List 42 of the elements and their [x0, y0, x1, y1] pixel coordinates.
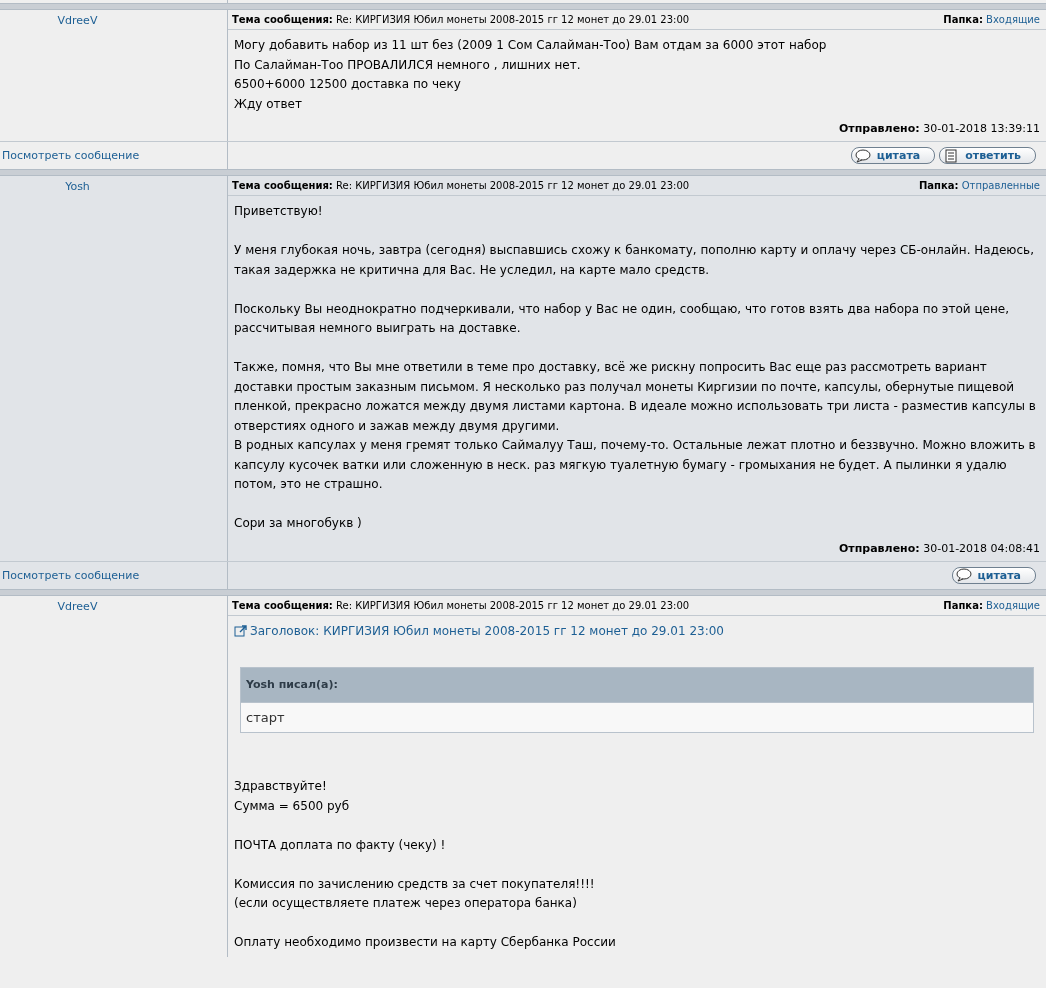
message-subject: Тема сообщения: Re: КИРГИЗИЯ Юбил монеты 2008-2015 гг 12 монет до 29.01 23:00 [232, 14, 690, 25]
quote-button[interactable]: цитата [850, 147, 936, 164]
view-message-link[interactable]: Посмотреть сообщение [2, 568, 140, 582]
message-text: Оплату необходимо произвести на карту Сбербанка России [234, 934, 617, 951]
message-text: Могу добавить набор из 11 шт без (2009 1 Сом Салайман-Тоо) Вам отдам за 6000 этот набор [234, 37, 828, 54]
message-text: Приветствую! [234, 203, 324, 220]
speech-bubble-icon [955, 568, 972, 582]
message-text: 6500+6000 12500 доставка по чеку [234, 76, 462, 93]
message-text: Также, помня, что Вы мне ответили в теме про доставку, всё же рискну попросить Вас еще раз рассмотреть вариант доставки простым заказным письмом. Я несколько раз получал монеты Киргизии по почте, капсулы, обернутые пищевой пленкой, прекрасно ложатся между двумя листами картона. В идеале можно использовать три листа - разместив капсулы в отверстиях одного и зажав между двумя другими. [234, 359, 1037, 435]
message-text: (если осуществляете платеж через оператора банка) [234, 895, 578, 912]
topic-link[interactable]: Заголовок: КИРГИЗИЯ Юбил монеты 2008-2015 гг 12 монет до 29.01 23:00 [234, 621, 1040, 641]
message-text: Поскольку Вы неоднократно подчеркивали, что набор у Вас не один, сообщаю, что готов взять два набора по этой цене, рассчитывая немного выиграть на доставке. [234, 300, 1010, 337]
message-subject: Тема сообщения: Re: КИРГИЗИЯ Юбил монеты 2008-2015 гг 12 монет до 29.01 23:00 [232, 180, 690, 191]
quote-text: старт [241, 701, 1033, 732]
speech-bubble-icon [854, 148, 871, 163]
folder-label: Папка: [943, 14, 983, 25]
message-text: Комиссия по зачислению средств за счет покупателя!!!! [234, 875, 596, 893]
folder-link[interactable]: Входящие [986, 14, 1040, 25]
message-text: ПОЧТА доплата по факту (чеку) ! [234, 836, 447, 854]
message-text: По Салайман-Тоо ПРОВАЛИЛСЯ немного , лишних нет. [234, 56, 582, 74]
folder-link[interactable]: Входящие [986, 599, 1040, 611]
folder-link[interactable]: Отправленные [961, 180, 1040, 191]
message-text: Сумма = 6500 руб [234, 797, 351, 815]
folder-label: Папка: [918, 180, 959, 191]
document-icon [943, 148, 960, 163]
author-name[interactable]: VdreeV [0, 14, 155, 27]
quote-button[interactable]: цитата [951, 566, 1036, 584]
author-name[interactable]: Yosh [0, 180, 155, 193]
message-text: Жду ответ [234, 95, 303, 113]
folder-label: Папка: [943, 599, 983, 611]
message-text: В родных капсулах у меня гремят только Саймалуу Таш, почему-то. Остальные лежат плотно и беззвучно. Можно вложить в капсулу кусочек ватки или сложенную в неск. раз мягкую туалетную бумагу - громыхания не будет. А пылинки я удалю потом, это не страшно. [234, 437, 1037, 493]
message-text: Сори за многобукв ) [234, 515, 363, 532]
message-text: У меня глубокая ночь, завтра (сегодня) выспавшись схожу к банкомату, пополню карту и оплачу через СБ-онлайн. Надеюсь, такая задержка не критична для Вас. Не уследил, на карте мало средств. [234, 242, 1035, 279]
author-name[interactable]: VdreeV [0, 599, 155, 613]
sent-date: Отправлено: 30-01-2018 04:08:41 [838, 540, 1041, 557]
message-text: Здравствуйте! [234, 778, 328, 795]
external-link-icon [234, 624, 248, 639]
reply-button[interactable]: ответить [939, 147, 1036, 164]
sent-date: Отправлено: 30-01-2018 13:39:11 [838, 121, 1041, 137]
message-subject: Тема сообщения: Re: КИРГИЗИЯ Юбил монеты 2008-2015 гг 12 монет до 29.01 23:00 [232, 599, 690, 611]
quote-author: Yosh писал(а): [241, 668, 1033, 702]
view-message-link[interactable]: Посмотреть сообщение [2, 149, 140, 162]
